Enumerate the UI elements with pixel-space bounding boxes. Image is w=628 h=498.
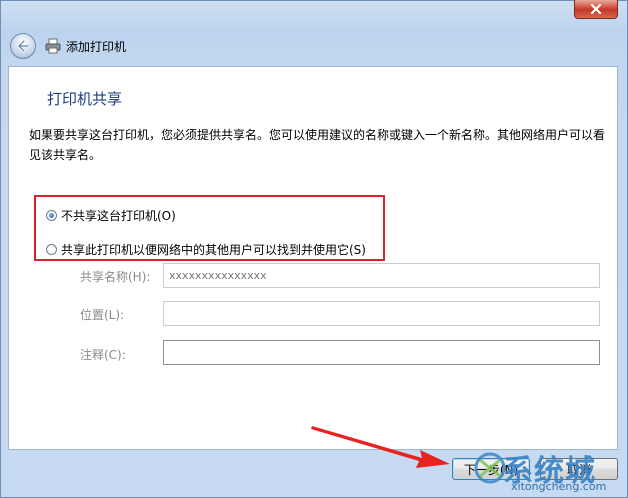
radio-share-label: 共享此打印机以便网络中的其他用户可以找到并使用它(S) bbox=[61, 243, 366, 257]
close-button[interactable] bbox=[574, 0, 618, 19]
location-input[interactable] bbox=[163, 301, 600, 326]
printer-icon bbox=[45, 38, 61, 54]
radio-button-unchecked[interactable] bbox=[46, 244, 57, 255]
share-name-label: 共享名称(H): bbox=[80, 270, 151, 284]
radio-no-share-label: 不共享这台打印机(O) bbox=[61, 209, 176, 223]
comment-input[interactable] bbox=[163, 340, 600, 365]
page-heading: 打印机共享 bbox=[47, 90, 123, 108]
radio-no-share[interactable]: 不共享这台打印机(O) bbox=[46, 207, 176, 224]
back-button[interactable] bbox=[10, 33, 36, 59]
description-text: 如果要共享这台打印机，您必须提供共享名。您可以使用建议的名称或键入一个新名称。其… bbox=[29, 128, 606, 162]
back-arrow-icon bbox=[17, 39, 30, 53]
watermark-url: xitongcheng.com bbox=[511, 480, 607, 493]
location-label: 位置(L): bbox=[80, 308, 125, 322]
annotation-arrow-icon bbox=[311, 426, 450, 468]
radio-share[interactable]: 共享此打印机以便网络中的其他用户可以找到并使用它(S) bbox=[46, 241, 366, 258]
window-title: 添加打印机 bbox=[66, 40, 127, 54]
share-name-input[interactable] bbox=[163, 263, 600, 288]
comment-label: 注释(C): bbox=[80, 348, 126, 362]
radio-button-checked[interactable] bbox=[46, 210, 57, 221]
close-icon bbox=[590, 4, 602, 14]
